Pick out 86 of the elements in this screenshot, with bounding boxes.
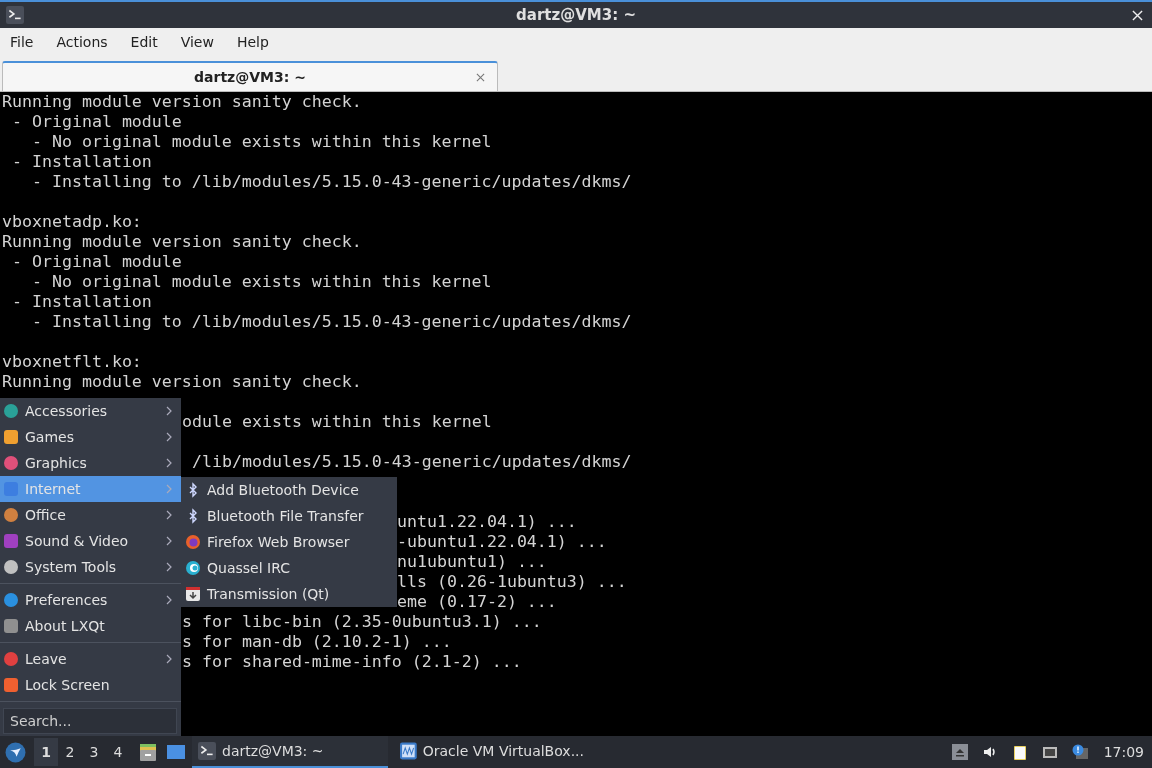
menu-category[interactable]: About LXQt: [0, 613, 181, 639]
terminal-line: untu1.22.04.1) ...: [397, 512, 577, 531]
category-icon: [3, 429, 19, 445]
chevron-icon: [166, 458, 172, 468]
category-icon: [3, 403, 19, 419]
terminal-line: eme (0.17-2) ...: [397, 592, 557, 611]
menu-item[interactable]: Bluetooth File Transfer: [181, 503, 397, 529]
terminal-line: s for shared-mime-info (2.1-2) ...: [182, 652, 522, 671]
terminal-line: Running module version sanity check.: [2, 372, 362, 391]
terminal-line: odule exists within this kernel: [182, 412, 492, 431]
volume-icon[interactable]: [981, 744, 998, 760]
category-icon: [3, 559, 19, 575]
menu-item[interactable]: Add Bluetooth Device: [181, 477, 397, 503]
category-icon: [3, 533, 19, 549]
notification-icon[interactable]: [1071, 744, 1088, 760]
desktop-switcher[interactable]: 4: [106, 738, 130, 766]
search-field[interactable]: Search...: [3, 708, 177, 734]
terminal-line: - No original module exists within this kernel: [30, 272, 492, 291]
terminal-line: s for libc-bin (2.35-0ubuntu3.1) ...: [182, 612, 542, 631]
menu-item[interactable]: Transmission (Qt): [181, 581, 397, 607]
desktop-switcher[interactable]: 3: [82, 738, 106, 766]
desktop-icon[interactable]: [166, 742, 186, 762]
desktop-switcher[interactable]: 1: [34, 738, 58, 766]
chevron-icon: [166, 432, 172, 442]
terminal-line: lls (0.26-1ubuntu3) ...: [397, 572, 627, 591]
terminal-icon: [198, 742, 216, 760]
terminal-icon: [6, 6, 24, 24]
task-button[interactable]: Oracle VM VirtualBox...: [394, 736, 584, 768]
chevron-icon: [166, 484, 172, 494]
terminal-line: - Installing to /lib/modules/5.15.0-43-generic/updates/dkms/: [30, 172, 632, 191]
menu-item[interactable]: Edit: [124, 34, 164, 50]
eject-icon[interactable]: [951, 744, 968, 760]
terminal-line: - Installation: [11, 292, 152, 311]
menu-item[interactable]: Firefox Web Browser: [181, 529, 397, 555]
menu-item[interactable]: View: [174, 34, 220, 50]
network-icon[interactable]: [1041, 744, 1058, 760]
terminal-line: /lib/modules/5.15.0-43-generic/updates/dkms/: [191, 452, 632, 471]
terminal-line: vboxnetflt.ko:: [2, 352, 142, 371]
category-icon: [3, 651, 19, 667]
menu-item[interactable]: File: [4, 34, 40, 50]
category-icon: [3, 592, 19, 608]
clipboard-icon[interactable]: [1011, 744, 1028, 760]
download-icon: [185, 586, 201, 602]
chevron-icon: [166, 406, 172, 416]
chevron-icon: [166, 536, 172, 546]
menu-category[interactable]: Graphics: [0, 450, 181, 476]
category-icon: [3, 507, 19, 523]
menu-item[interactable]: Help: [230, 34, 275, 50]
file-manager-icon[interactable]: [138, 742, 158, 762]
menu-category[interactable]: Accessories: [0, 398, 181, 424]
menu-category[interactable]: Leave: [0, 646, 181, 672]
menu-category[interactable]: Office: [0, 502, 181, 528]
menu-category[interactable]: Games: [0, 424, 181, 450]
chevron-icon: [166, 510, 172, 520]
terminal-line: - Original module: [11, 252, 182, 271]
terminal-line: -ubuntu1.22.04.1) ...: [397, 532, 607, 551]
terminal-line: vboxnetadp.ko:: [2, 212, 142, 231]
category-icon: [3, 618, 19, 634]
menu-item[interactable]: Quassel IRC: [181, 555, 397, 581]
monitor-icon: [400, 742, 417, 760]
desktop-switcher[interactable]: 2: [58, 738, 82, 766]
menu-category[interactable]: System Tools: [0, 554, 181, 580]
chevron-icon: [166, 654, 172, 664]
window-title: dartz@VM3: ~: [516, 6, 636, 24]
browser-icon: [185, 534, 201, 550]
chat-icon: [185, 560, 201, 576]
menu-item[interactable]: Actions: [50, 34, 114, 50]
terminal-line: Running module version sanity check.: [2, 232, 362, 251]
chevron-icon: [166, 595, 172, 605]
menu-category[interactable]: Preferences: [0, 587, 181, 613]
terminal-line: - Installation: [11, 152, 152, 171]
terminal-line: s for man-db (2.10.2-1) ...: [182, 632, 452, 651]
terminal-line: - Original module: [11, 112, 182, 131]
menu-category[interactable]: Sound & Video: [0, 528, 181, 554]
terminal-line: nu1ubuntu1) ...: [397, 552, 547, 571]
task-button[interactable]: dartz@VM3: ~: [192, 736, 388, 768]
terminal-line: - No original module exists within this kernel: [30, 132, 492, 151]
terminal-line: - Installing to /lib/modules/5.15.0-43-generic/updates/dkms/: [30, 312, 632, 331]
terminal-line: Running module version sanity check.: [2, 92, 362, 111]
menu-category[interactable]: Lock Screen: [0, 672, 181, 698]
category-icon: [3, 455, 19, 471]
clock: 17:09: [1103, 744, 1144, 760]
terminal-tab[interactable]: dartz@VM3: ~: [2, 61, 498, 91]
start-menu-icon[interactable]: [5, 741, 26, 763]
category-icon: [3, 677, 19, 693]
chevron-icon: [166, 562, 172, 572]
